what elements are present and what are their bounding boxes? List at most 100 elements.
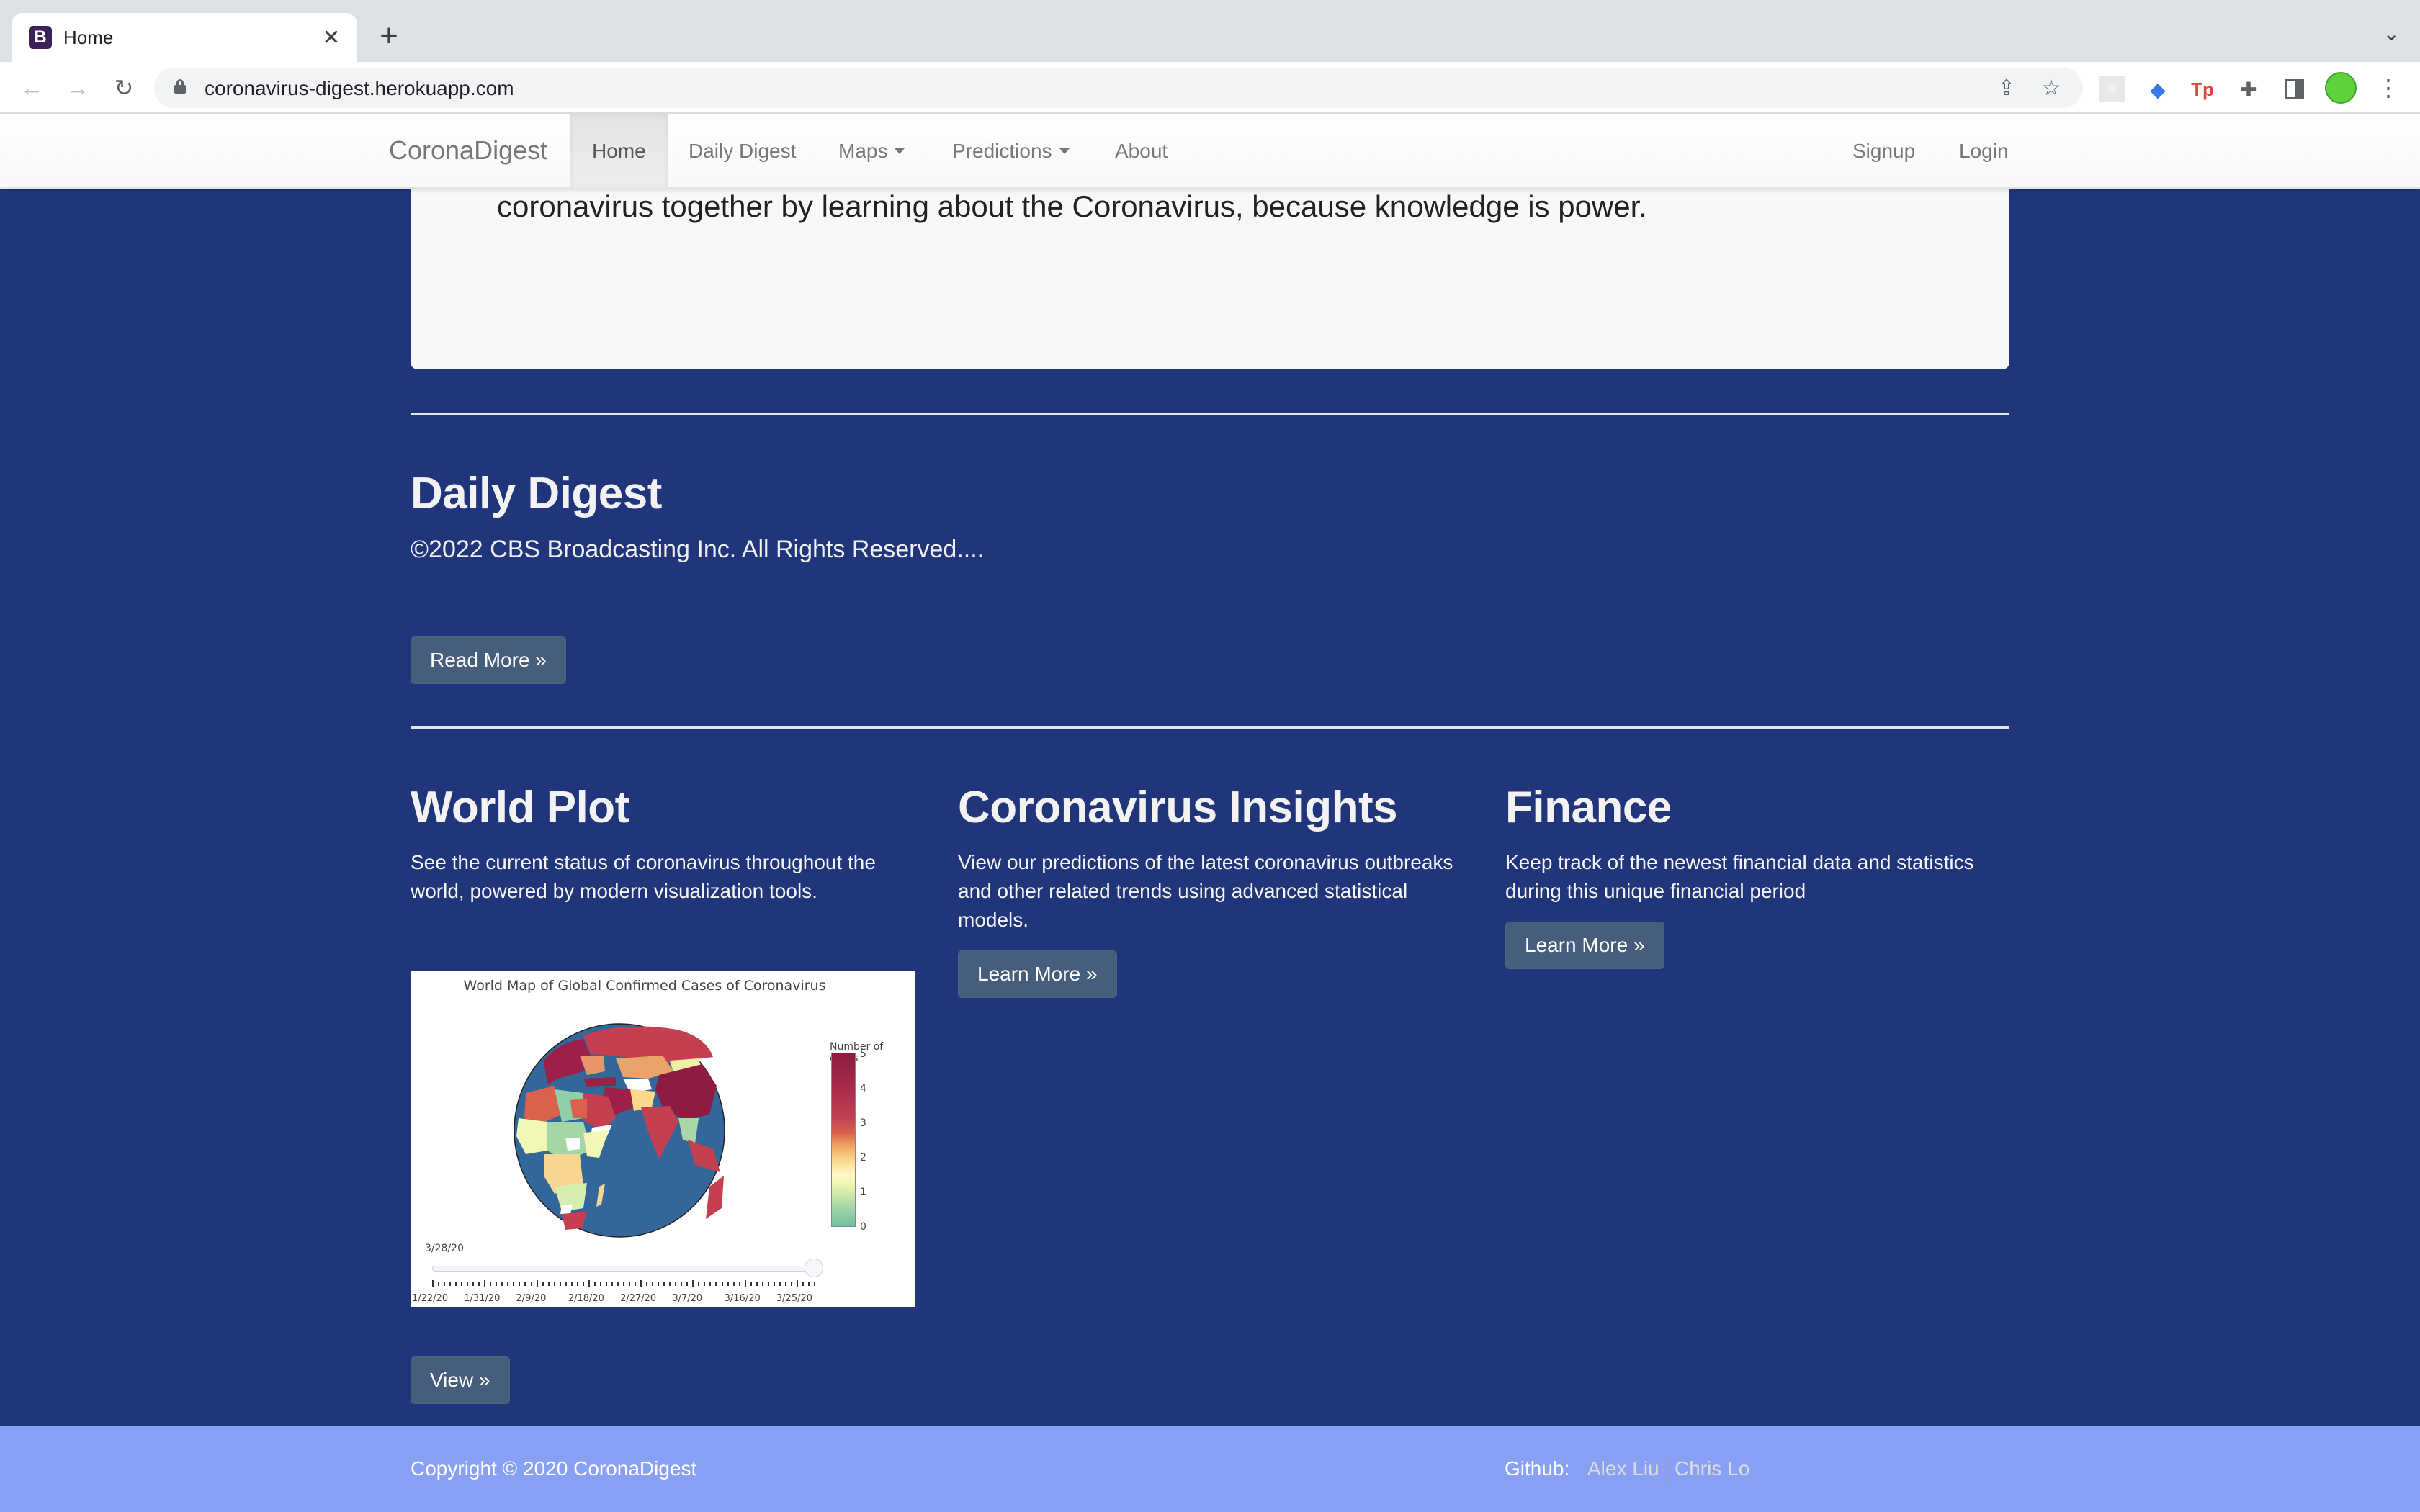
nav-about[interactable]: About: [1093, 114, 1189, 189]
daily-digest-heading: Daily Digest: [411, 469, 662, 518]
insights-text-line: models.: [958, 909, 1029, 931]
world-plot-text-line: world, powered by modern visualization t…: [411, 880, 817, 902]
world-plot-text: See the current status of coronavirus th…: [411, 848, 876, 906]
navbar-brand[interactable]: CoronaDigest: [389, 135, 547, 166]
insights-text-line: View our predictions of the latest coron…: [958, 851, 1453, 873]
profile-avatar[interactable]: [2325, 72, 2357, 104]
slider-date-label: 1/31/20: [464, 1293, 501, 1304]
slider-tick: [727, 1282, 729, 1286]
slider-tick: [536, 1280, 538, 1287]
reload-icon[interactable]: ↻: [107, 71, 141, 105]
slider-tick: [802, 1282, 804, 1286]
footer: Copyright © 2020 CoronaDigest Github: Al…: [0, 1426, 2420, 1512]
slider-date-label: 3/7/20: [672, 1293, 703, 1304]
world-map-figure[interactable]: World Map of Global Confirmed Cases of C…: [411, 971, 915, 1307]
colorbar-tick: 1: [860, 1187, 866, 1198]
slider-tick: [542, 1282, 544, 1286]
slider-tick: [738, 1282, 740, 1286]
lock-icon[interactable]: [174, 79, 186, 94]
share-icon[interactable]: ⇪: [1994, 75, 2020, 101]
nav-daily-digest[interactable]: Daily Digest: [667, 114, 817, 189]
slider-tick: [692, 1280, 694, 1287]
slider-tick: [617, 1282, 619, 1286]
slider-tick: [467, 1282, 469, 1286]
slider-tick: [501, 1282, 503, 1286]
url-text[interactable]: coronavirus-digest.herokuapp.com: [205, 77, 514, 100]
nav-signup[interactable]: Signup: [1831, 114, 1937, 189]
footer-link-alex-liu[interactable]: Alex Liu: [1587, 1457, 1659, 1480]
slider-tick: [773, 1282, 775, 1286]
slider-tick: [767, 1282, 769, 1286]
slider-tick: [547, 1282, 550, 1286]
side-panel-icon[interactable]: [2282, 76, 2308, 102]
footer-github-label: Github:: [1505, 1457, 1570, 1480]
slider-tick: [756, 1282, 758, 1286]
slider-current-date: 3/28/20: [425, 1243, 464, 1254]
slider-tick: [438, 1282, 440, 1286]
puzzle-icon[interactable]: ✚: [2236, 76, 2262, 102]
nav-home[interactable]: Home: [570, 114, 668, 189]
slider-tick: [796, 1280, 798, 1287]
finance-text: Keep track of the newest financial data …: [1505, 848, 1974, 906]
region-egypt: [570, 1099, 587, 1118]
star-icon[interactable]: ☆: [2038, 75, 2064, 101]
graduation-cap-icon[interactable]: ◆: [2145, 76, 2171, 102]
slider-tick: [669, 1282, 671, 1286]
slider-tick: [582, 1282, 584, 1286]
nav-maps-dropdown[interactable]: Maps: [817, 114, 926, 189]
nav-predictions-dropdown[interactable]: Predictions: [931, 114, 1091, 189]
slider-tick: [553, 1282, 555, 1286]
slider-tick: [790, 1282, 792, 1286]
colorbar-tick: 3: [860, 1117, 866, 1129]
view-button[interactable]: View »: [411, 1356, 510, 1404]
slider-tick: [750, 1282, 752, 1286]
insights-learn-more-button[interactable]: Learn More »: [958, 950, 1117, 998]
slider-tick: [629, 1282, 631, 1286]
slider-tick: [681, 1282, 683, 1286]
page-content: digest of the news, coronavirus trends a…: [0, 114, 2420, 1512]
tab-search-chevron-icon[interactable]: ⌄: [2383, 22, 2400, 45]
address-bar[interactable]: coronavirus-digest.herokuapp.com ⇪ ☆: [154, 68, 2083, 108]
slider-tick: [565, 1282, 567, 1286]
kebab-menu-icon[interactable]: ⋮: [2377, 72, 2400, 104]
slider-tick: [721, 1282, 723, 1286]
read-more-button[interactable]: Read More »: [411, 636, 566, 684]
slider-tick: [576, 1282, 578, 1286]
tp-icon[interactable]: Tp: [2190, 76, 2215, 102]
slider-tick: [646, 1282, 648, 1286]
slider-tick: [698, 1282, 700, 1286]
forward-arrow-icon[interactable]: →: [60, 71, 95, 105]
react-devtools-icon[interactable]: ⚛: [2099, 76, 2125, 102]
slider-tick: [704, 1282, 706, 1286]
nav-daily-digest-label: Daily Digest: [689, 140, 797, 162]
tab-close-icon[interactable]: ✕: [317, 23, 346, 52]
browser-tab-home[interactable]: B Home ✕: [12, 13, 357, 62]
date-slider-handle[interactable]: [805, 1259, 823, 1277]
slider-tick: [559, 1282, 561, 1286]
browser-toolbar: ← → ↻ coronavirus-digest.herokuapp.com ⇪…: [0, 62, 2420, 114]
finance-learn-more-button[interactable]: Learn More »: [1505, 922, 1664, 969]
colorbar: [831, 1053, 856, 1227]
slider-tick: [658, 1282, 660, 1286]
slider-tick: [593, 1282, 596, 1286]
back-arrow-icon[interactable]: ←: [14, 71, 49, 105]
slider-tick: [496, 1282, 498, 1286]
slider-tick: [519, 1282, 521, 1286]
nav-signup-label: Signup: [1852, 140, 1916, 162]
nav-login[interactable]: Login: [1937, 114, 2030, 189]
bootstrap-favicon-icon: B: [29, 26, 52, 49]
slider-tick: [640, 1280, 642, 1287]
nav-predictions-label: Predictions: [952, 140, 1052, 162]
slider-tick: [490, 1282, 492, 1286]
slider-tick: [635, 1282, 637, 1286]
date-slider-track[interactable]: [432, 1266, 814, 1272]
divider: [411, 413, 2009, 415]
insights-text: View our predictions of the latest coron…: [958, 848, 1453, 935]
divider: [411, 726, 2009, 729]
new-tab-plus-icon[interactable]: +: [373, 20, 405, 53]
slider-tick: [784, 1282, 786, 1286]
slider-date-label: 2/27/20: [620, 1293, 657, 1304]
footer-link-chris-lo[interactable]: Chris Lo: [1675, 1457, 1749, 1480]
slider-tick: [732, 1282, 735, 1286]
slider-tick: [570, 1282, 573, 1286]
